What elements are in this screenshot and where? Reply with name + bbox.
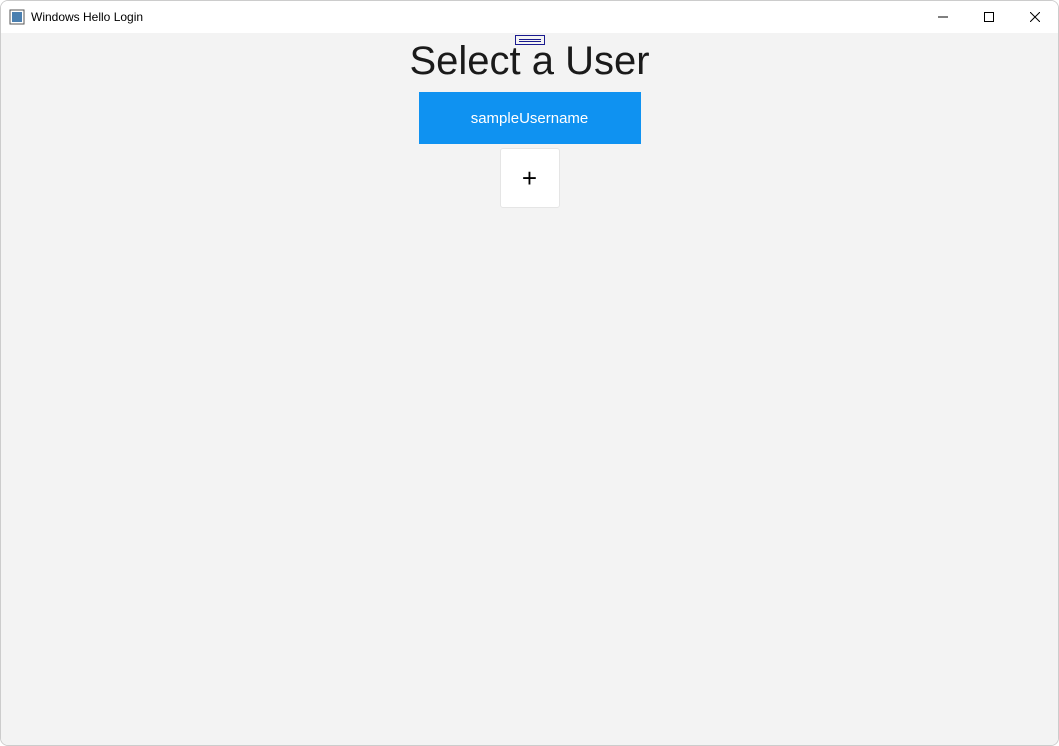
page-title: Select a User	[409, 39, 649, 84]
close-button[interactable]	[1012, 1, 1058, 33]
focus-indicator-icon	[515, 35, 545, 45]
add-user-button[interactable]: +	[500, 148, 560, 208]
user-select-button[interactable]: sampleUsername	[419, 92, 641, 144]
maximize-button[interactable]	[966, 1, 1012, 33]
minimize-button[interactable]	[920, 1, 966, 33]
window-controls	[920, 1, 1058, 33]
app-icon	[9, 9, 25, 25]
titlebar-left: Windows Hello Login	[9, 9, 143, 25]
titlebar: Windows Hello Login	[1, 1, 1058, 33]
content-area: Select a User sampleUsername +	[1, 33, 1058, 745]
window-title: Windows Hello Login	[31, 10, 143, 24]
app-window: Windows Hello Login	[0, 0, 1059, 746]
